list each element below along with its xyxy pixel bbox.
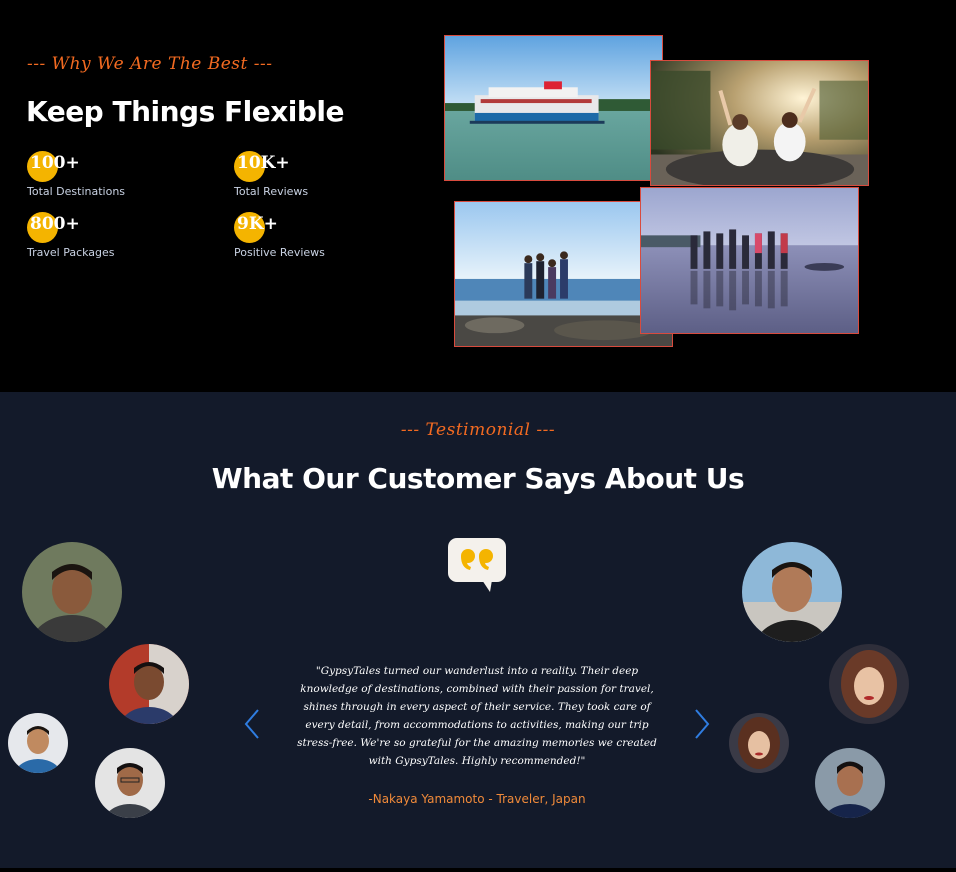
stat-value: 9K+ — [237, 214, 278, 234]
page-bottom-border — [0, 868, 956, 872]
testimonial-eyebrow: --- Testimonial --- — [400, 420, 556, 440]
testimonial-title: What Our Customer Says About Us — [211, 462, 745, 495]
avatar-customer-8 — [815, 748, 885, 818]
stat-label: Total Reviews — [234, 185, 309, 198]
why-eyebrow: --- Why We Are The Best --- — [27, 54, 273, 74]
avatar-customer-1 — [22, 542, 122, 642]
why-choose-us-section: --- Why We Are The Best --- Keep Things … — [0, 0, 956, 392]
testimonial-author: -Nakaya Yamamoto - Traveler, Japan — [368, 792, 586, 806]
chevron-right-icon[interactable] — [690, 706, 714, 742]
stat-value: 10K+ — [237, 153, 290, 173]
stat-value: 100+ — [30, 153, 80, 173]
avatar-customer-5 — [742, 542, 842, 642]
stat-travel-packages: 800+ Travel Packages — [27, 212, 217, 272]
avatar-customer-2 — [109, 644, 189, 724]
avatar-customer-3 — [8, 713, 68, 773]
stat-label: Total Destinations — [27, 185, 126, 198]
testimonial-quote: "GypsyTales turned our wanderlust into a… — [297, 665, 657, 767]
stat-label: Positive Reviews — [234, 246, 325, 259]
photo-reflection-group — [640, 187, 859, 334]
stat-value: 800+ — [30, 214, 80, 234]
testimonial-section: --- Testimonial --- What Our Customer Sa… — [0, 392, 956, 868]
stat-total-destinations: 100+ Total Destinations — [27, 151, 217, 211]
stat-positive-reviews: 9K+ Positive Reviews — [234, 212, 424, 272]
stat-total-reviews: 10K+ Total Reviews — [234, 151, 424, 211]
avatar-customer-4 — [95, 748, 165, 818]
photo-ferry — [444, 35, 663, 181]
quote-bubble-icon — [446, 536, 508, 598]
avatar-customer-6 — [829, 644, 909, 724]
chevron-left-icon[interactable] — [240, 706, 264, 742]
why-title: Keep Things Flexible — [26, 95, 345, 128]
stat-label: Travel Packages — [27, 246, 115, 259]
photo-convertible — [650, 60, 869, 186]
avatar-customer-7 — [729, 713, 789, 773]
